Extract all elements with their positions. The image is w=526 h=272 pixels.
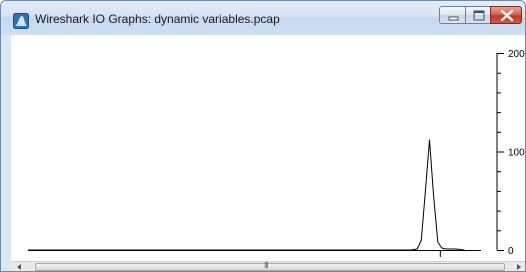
series-line-0: [28, 139, 465, 251]
y-tick-label: 100: [508, 148, 525, 159]
scrollbar-thumb[interactable]: III: [35, 261, 505, 271]
close-button[interactable]: [490, 6, 522, 24]
close-icon: [500, 9, 514, 22]
y-tick-label: 0: [508, 246, 514, 257]
scroll-left-arrow-icon[interactable]: [13, 262, 25, 272]
wireshark-app-icon[interactable]: [13, 13, 29, 29]
y-tick-label: 200: [508, 49, 525, 60]
maximize-icon: [473, 10, 485, 21]
minimize-icon: [448, 16, 459, 21]
window-title: Wireshark IO Graphs: dynamic variables.p…: [35, 12, 280, 26]
io-graph-chart: 010020010s: [28, 49, 525, 271]
scrollbar-grip: III: [264, 261, 269, 270]
scroll-right-arrow-icon[interactable]: [513, 262, 525, 272]
minimize-button[interactable]: [439, 6, 466, 24]
io-graphs-window: Wireshark IO Graphs: dynamic variables.p…: [0, 0, 526, 272]
title-bar[interactable]: Wireshark IO Graphs: dynamic variables.p…: [1, 1, 525, 35]
io-graph-panel: 010020010s: [11, 35, 525, 271]
horizontal-scrollbar[interactable]: III: [11, 261, 525, 272]
maximize-button[interactable]: [465, 6, 491, 24]
